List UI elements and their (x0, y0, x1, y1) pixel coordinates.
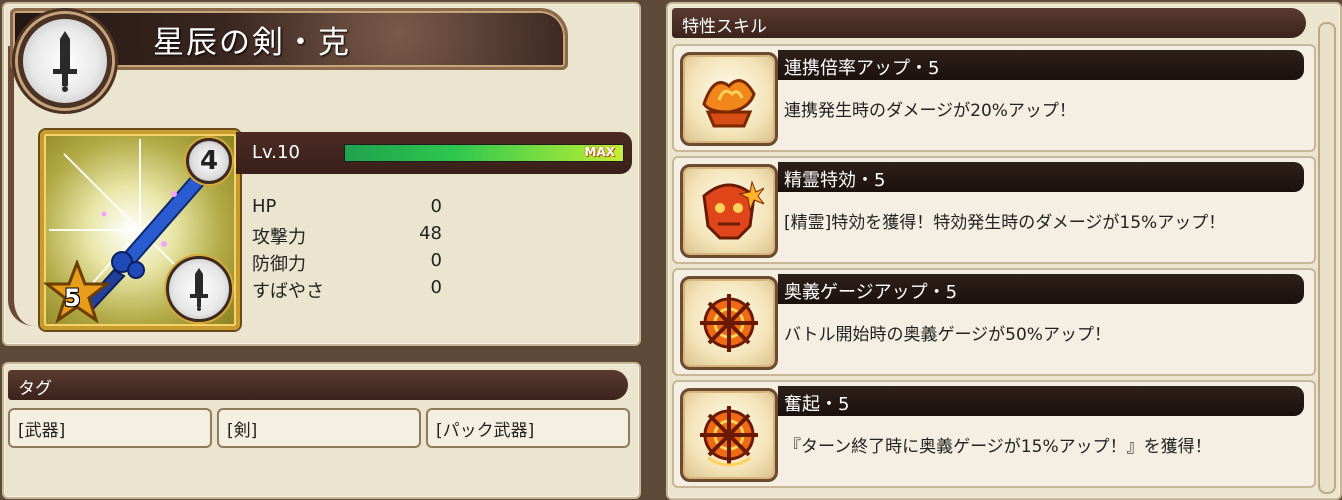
skills-header: 特性スキル (672, 8, 1306, 38)
skill-row[interactable]: 奥義ゲージアップ・5 バトル開始時の奥義ゲージが50%アップ！ (672, 268, 1316, 376)
tag-label: [武器] (18, 421, 66, 441)
skill-name-bar: 奥義ゲージアップ・5 (778, 274, 1304, 304)
tag-item[interactable]: [剣] (217, 408, 421, 448)
stat-row-speed: すばやさ 0 (252, 277, 442, 304)
stats-list: HP 0 攻撃力 48 防御力 0 すばやさ 0 (252, 196, 442, 304)
skill-description: バトル開始時の奥義ゲージが50%アップ！ (784, 325, 1111, 345)
skill-description: [精霊]特効を獲得！特効発生時のダメージが15%アップ！ (784, 213, 1226, 233)
stat-label: すばやさ (252, 281, 324, 302)
ougi-gauge-icon (680, 276, 778, 370)
stat-label: HP (252, 196, 277, 217)
weapon-card[interactable]: 4 5 (40, 130, 240, 330)
level-label: Lv.10 (252, 142, 300, 163)
tag-header: タグ (8, 370, 628, 400)
skills-scrollbar[interactable] (1318, 22, 1336, 494)
skill-description: 連携発生時のダメージが20%アップ！ (784, 101, 1076, 121)
skill-row[interactable]: 奮起・5 『ターン終了時に奥義ゲージが15%アップ！』を獲得！ (672, 380, 1316, 488)
stat-row-defense: 防御力 0 (252, 250, 442, 277)
level-gauge: MAX (344, 144, 624, 162)
skill-row[interactable]: 精霊特効・5 [精霊]特効を獲得！特効発生時のダメージが15%アップ！ (672, 156, 1316, 264)
item-name: 星辰の剣・克 (153, 25, 351, 61)
skill-name: 精霊特効・5 (784, 170, 886, 191)
level-bar: Lv.10 MAX (236, 132, 632, 174)
skills-header-label: 特性スキル (682, 17, 767, 37)
stat-value: 0 (430, 196, 442, 217)
skill-name-bar: 精霊特効・5 (778, 162, 1304, 192)
skill-name-bar: 連携倍率アップ・5 (778, 50, 1304, 80)
stat-value: 0 (430, 277, 442, 298)
rarity-number: 5 (64, 284, 81, 312)
stat-label: 攻撃力 (252, 227, 306, 248)
tag-header-label: タグ (18, 379, 52, 399)
skill-name: 奥義ゲージアップ・5 (784, 282, 958, 303)
tag-item[interactable]: [武器] (8, 408, 212, 448)
skill-row[interactable]: 連携倍率アップ・5 連携発生時のダメージが20%アップ！ (672, 44, 1316, 152)
tag-label: [パック武器] (436, 421, 535, 441)
stat-label: 防御力 (252, 254, 306, 275)
spirit-skull-icon (680, 164, 778, 258)
tag-item[interactable]: [パック武器] (426, 408, 630, 448)
rally-gauge-icon (680, 388, 778, 482)
stat-value: 0 (430, 250, 442, 271)
skill-name-bar: 奮起・5 (778, 386, 1304, 416)
sword-type-icon (18, 14, 112, 108)
card-sword-icon (166, 256, 232, 322)
rank-badge: 4 (186, 138, 232, 184)
chain-flame-icon (680, 52, 778, 146)
stat-value: 48 (419, 223, 442, 244)
stat-row-hp: HP 0 (252, 196, 442, 223)
skill-name: 連携倍率アップ・5 (784, 58, 940, 79)
gauge-max-label: MAX (584, 145, 615, 159)
skill-description: 『ターン終了時に奥義ゲージが15%アップ！』を獲得！ (784, 437, 1212, 457)
stat-row-attack: 攻撃力 48 (252, 223, 442, 250)
skill-name: 奮起・5 (784, 394, 850, 415)
tag-label: [剣] (227, 421, 258, 441)
